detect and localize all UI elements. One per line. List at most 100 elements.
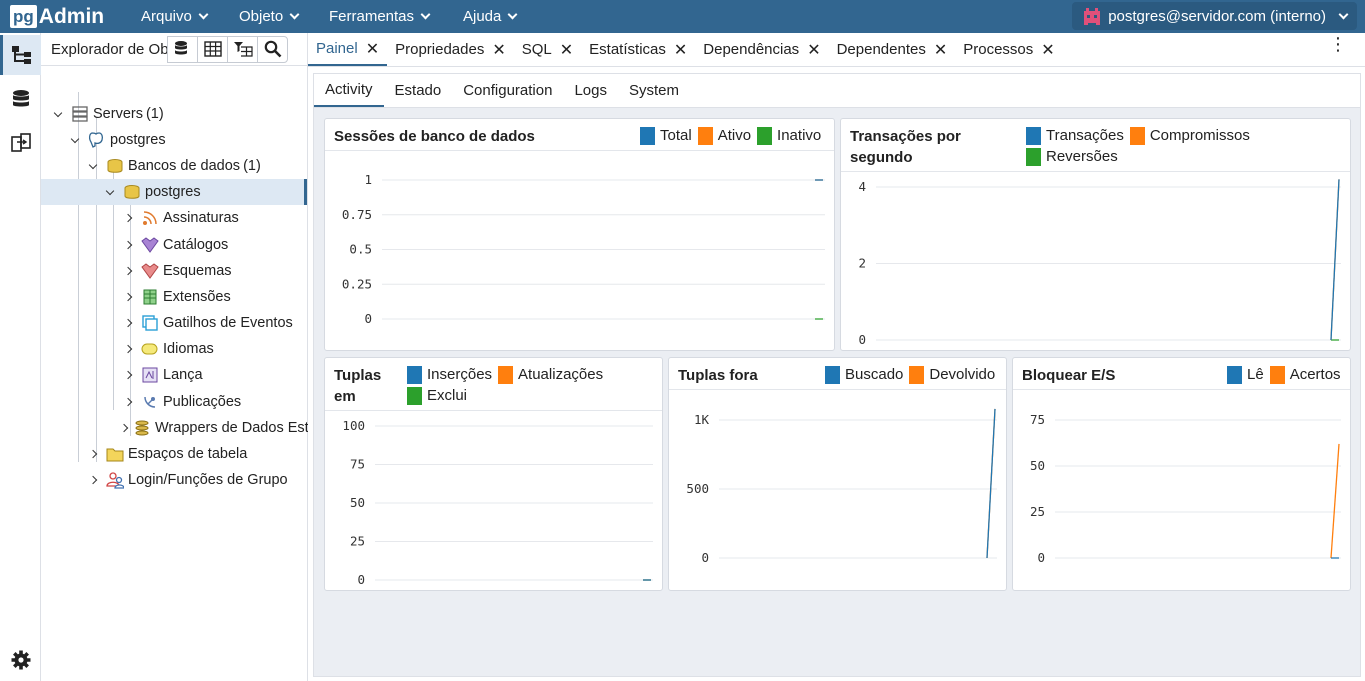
chart-card-transactions: Transações por segundo Transações Compro… <box>840 118 1351 351</box>
collapse-chevron-icon[interactable] <box>103 186 117 195</box>
subtab-system[interactable]: System <box>618 74 690 107</box>
tree-node-tablespaces[interactable]: Espaços de tabela <box>86 441 247 467</box>
legend-item[interactable]: Devolvido <box>909 364 995 385</box>
user-menu-button[interactable]: postgres@servidor.com (interno) <box>1072 2 1357 30</box>
expand-chevron-icon[interactable] <box>121 423 129 433</box>
expand-chevron-icon[interactable] <box>121 397 135 407</box>
expand-chevron-icon[interactable] <box>121 240 135 250</box>
tab-dependentes[interactable]: Dependentes ✕ <box>829 33 956 66</box>
tree-node-casts[interactable]: Lança <box>121 362 203 388</box>
legend-swatch <box>640 126 655 145</box>
tree-node-event-triggers[interactable]: Gatilhos de Eventos <box>121 310 293 336</box>
transactions-chart: 4 2 0 <box>858 179 1341 347</box>
explorer-title: Explorador de Objetos <box>51 40 168 58</box>
chart-legend: Transações Compromissos Reversões <box>1026 125 1346 167</box>
legend-item[interactable]: Lê <box>1227 364 1264 385</box>
chart-card-block-io: Bloquear E/S Lê Acertos 75 50 25 0 <box>1012 357 1351 591</box>
postgres-elephant-icon <box>88 131 106 149</box>
close-icon[interactable]: ✕ <box>492 40 505 60</box>
subtab-configuration[interactable]: Configuration <box>452 74 563 107</box>
tree-node-extensions[interactable]: Extensões <box>121 284 231 310</box>
subtab-estado[interactable]: Estado <box>384 74 453 107</box>
close-icon[interactable]: ✕ <box>560 40 573 60</box>
expand-chevron-icon[interactable] <box>121 266 135 276</box>
menu-ferramentas[interactable]: Ferramentas <box>329 8 431 25</box>
filter-rows-button[interactable] <box>227 35 258 63</box>
expand-chevron-icon[interactable] <box>86 475 100 485</box>
logo-admin-text: Admin <box>38 4 105 28</box>
close-icon[interactable]: ✕ <box>934 40 947 60</box>
legend-item[interactable]: Acertos <box>1269 364 1341 385</box>
tree-node-databases[interactable]: Bancos de dados (1) <box>86 153 261 179</box>
tree-node-catalogs[interactable]: Catálogos <box>121 232 228 258</box>
subtab-activity[interactable]: Activity <box>314 74 384 107</box>
expand-chevron-icon[interactable] <box>86 449 100 459</box>
y-tick-label: 0 <box>701 550 709 565</box>
legend-item[interactable]: Buscado <box>825 364 903 385</box>
view-data-button[interactable] <box>197 35 228 63</box>
close-icon[interactable]: ✕ <box>366 39 379 59</box>
tab-processos[interactable]: Processos ✕ <box>955 33 1062 66</box>
legend-swatch <box>697 126 713 145</box>
expand-chevron-icon[interactable] <box>121 292 135 302</box>
tab-sql[interactable]: SQL ✕ <box>514 33 581 66</box>
collapse-chevron-icon[interactable] <box>86 160 100 169</box>
y-tick-label: 2 <box>858 256 866 271</box>
expand-chevron-icon[interactable] <box>121 370 135 380</box>
close-icon[interactable]: ✕ <box>1041 40 1054 60</box>
menu-arquivo[interactable]: Arquivo <box>141 8 209 25</box>
chart-legend: Buscado Devolvido <box>825 364 1001 385</box>
tab-painel[interactable]: Painel ✕ <box>308 33 388 66</box>
close-icon[interactable]: ✕ <box>674 40 687 60</box>
schema-diff-rail-button[interactable] <box>0 123 41 163</box>
tree-node-server-postgres[interactable]: postgres <box>68 127 166 153</box>
expand-chevron-icon[interactable] <box>121 213 135 223</box>
object-explorer-rail-button[interactable] <box>0 35 41 75</box>
tree-node-publications[interactable]: Publicações <box>121 389 241 415</box>
legend-item[interactable]: Compromissos <box>1129 125 1250 146</box>
tab-propriedades[interactable]: Propriedades ✕ <box>387 33 514 66</box>
tree-label: Login/Funções de Grupo <box>128 472 288 488</box>
tree-node-database-postgres[interactable]: postgres <box>41 179 307 205</box>
legend-item[interactable]: Inativo <box>757 125 821 146</box>
search-objects-button[interactable] <box>257 35 288 63</box>
collapse-chevron-icon[interactable] <box>51 108 65 117</box>
legend-item[interactable]: Reversões <box>1026 146 1118 167</box>
tree-node-login-roles[interactable]: Login/Funções de Grupo <box>86 467 288 493</box>
dashboard-subtabs: Activity Estado Configuration Logs Syste… <box>314 74 1360 108</box>
database-icon <box>123 183 141 201</box>
legend-item[interactable]: Inserções <box>407 364 492 385</box>
menu-ajuda[interactable]: Ajuda <box>463 8 518 25</box>
query-tool-button[interactable] <box>167 35 198 63</box>
gear-icon <box>11 650 30 670</box>
servers-icon <box>71 105 89 123</box>
close-icon[interactable]: ✕ <box>807 40 820 60</box>
tab-estatisticas[interactable]: Estatísticas ✕ <box>581 33 695 66</box>
legend-swatch <box>1129 126 1145 145</box>
table-icon <box>203 41 222 57</box>
settings-rail-button[interactable] <box>0 640 41 680</box>
expand-chevron-icon[interactable] <box>121 318 135 328</box>
legend-item[interactable]: Transações <box>1026 125 1124 146</box>
tree-node-schemas[interactable]: Esquemas <box>121 258 232 284</box>
chart-legend: Lê Acertos <box>1227 364 1347 385</box>
tree-node-subscriptions[interactable]: Assinaturas <box>121 205 239 231</box>
legend-swatch <box>1026 147 1041 166</box>
menu-objeto[interactable]: Objeto <box>239 8 300 25</box>
subtab-logs[interactable]: Logs <box>563 74 618 107</box>
tree-node-fdw[interactable]: Wrappers de Dados Estrangeiros <box>121 415 308 441</box>
more-options-icon[interactable]: ⋮ <box>1329 35 1347 53</box>
expand-chevron-icon[interactable] <box>121 344 135 354</box>
y-tick-label: 4 <box>858 179 866 194</box>
tab-dependencias[interactable]: Dependências ✕ <box>695 33 828 66</box>
logo-pg-text: pg <box>10 5 37 28</box>
legend-item[interactable]: Exclui <box>407 385 467 406</box>
legend-item[interactable]: Total <box>640 125 692 146</box>
query-tool-rail-button[interactable] <box>0 79 41 119</box>
collapse-chevron-icon[interactable] <box>68 134 82 143</box>
legend-item[interactable]: Atualizações <box>498 364 603 385</box>
compare-icon <box>10 133 31 152</box>
tree-node-languages[interactable]: Idiomas <box>121 336 214 362</box>
tree-node-servers[interactable]: Servers (1) <box>51 101 164 127</box>
legend-item[interactable]: Ativo <box>697 125 751 146</box>
